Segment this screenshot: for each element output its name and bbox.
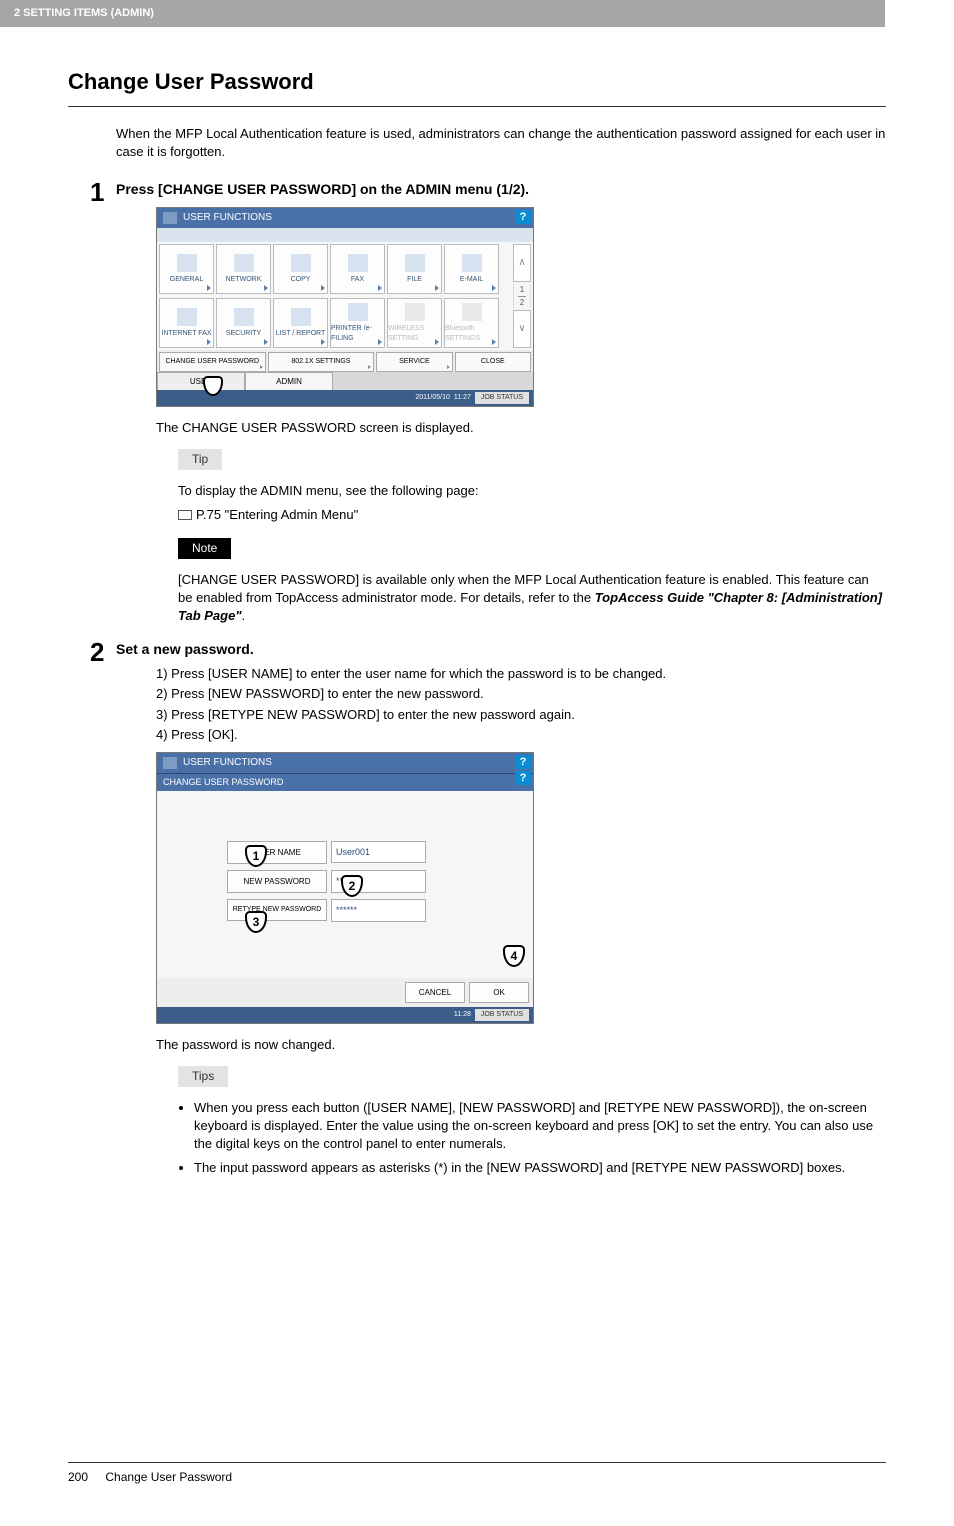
ok-button[interactable]: OK [469, 982, 529, 1003]
page-header: 2 SETTING ITEMS (ADMIN) [0, 0, 885, 27]
note-text: [CHANGE USER PASSWORD] is available only… [178, 571, 886, 626]
step-1: 1 Press [CHANGE USER PASSWORD] on the AD… [116, 180, 886, 438]
mfp-titlebar: USER FUNCTIONS [157, 208, 533, 228]
cancel-button[interactable]: CANCEL [405, 982, 465, 1003]
8021x-settings-button[interactable]: 802.1X SETTINGS [268, 352, 375, 372]
step-2: 2 Set a new password. 1) Press [USER NAM… [116, 640, 886, 1054]
tile-network[interactable]: NETWORK [216, 244, 271, 294]
user-name-value: User001 [331, 841, 426, 864]
tab-user[interactable]: USER [157, 372, 245, 390]
mfp2-title: USER FUNCTIONS [183, 756, 272, 770]
step-1-result: The CHANGE USER PASSWORD screen is displ… [156, 419, 886, 437]
tile-file[interactable]: FILE [387, 244, 442, 294]
intro-text: When the MFP Local Authentication featur… [116, 125, 886, 161]
tile-copy[interactable]: COPY [273, 244, 328, 294]
step-1-title: Press [CHANGE USER PASSWORD] on the ADMI… [116, 180, 886, 200]
screenshot-admin-menu: USER FUNCTIONS ? GENERAL NETWORK COPY FA… [156, 207, 886, 407]
note-label: Note [178, 538, 231, 559]
mfp2-status-bar: 11:28 JOB STATUS [157, 1007, 533, 1023]
job-status-button[interactable]: JOB STATUS [475, 1009, 529, 1021]
step-2-result: The password is now changed. [156, 1036, 886, 1054]
tip-block: Tip To display the ADMIN menu, see the f… [178, 449, 886, 524]
tile-bluetooth[interactable]: Bluetooth SETTINGS [444, 298, 499, 348]
help-icon-2[interactable]: ? [515, 771, 531, 785]
change-user-password-button[interactable]: CHANGE USER PASSWORD [159, 352, 266, 372]
tile-printer-efiling[interactable]: PRINTER /e-FILING [330, 298, 385, 348]
footer-title: Change User Password [105, 1470, 232, 1484]
close-button[interactable]: CLOSE [455, 352, 531, 372]
screenshot-change-password: USER FUNCTIONS ? CHANGE USER PASSWORD ? … [156, 752, 886, 1024]
section-title: Change User Password [68, 67, 886, 107]
help-icon[interactable]: ? [515, 755, 531, 769]
mfp-logo-icon [163, 757, 177, 769]
mfp-logo-icon [163, 212, 177, 224]
tile-internet-fax[interactable]: INTERNET FAX [159, 298, 214, 348]
tab-admin[interactable]: ADMIN [245, 372, 333, 390]
tips-item-2: The input password appears as asterisks … [194, 1159, 886, 1177]
service-button[interactable]: SERVICE [376, 352, 452, 372]
tile-fax[interactable]: FAX [330, 244, 385, 294]
tile-security[interactable]: SECURITY [216, 298, 271, 348]
page-footer: 200 Change User Password [68, 1462, 886, 1486]
step-2-substeps: 1) Press [USER NAME] to enter the user n… [156, 665, 886, 744]
user-name-button[interactable]: USER NAME [227, 841, 327, 864]
tile-general[interactable]: GENERAL [159, 244, 214, 294]
retype-password-value: ****** [331, 899, 426, 922]
retype-password-button[interactable]: RETYPE NEW PASSWORD [227, 899, 327, 921]
note-block: Note [CHANGE USER PASSWORD] is available… [178, 538, 886, 625]
mfp2-subtitle: CHANGE USER PASSWORD [157, 773, 533, 791]
page-indicator: 1 2 [513, 284, 531, 307]
scroll-down-button[interactable]: ∨ [513, 310, 531, 348]
step-2-title: Set a new password. [116, 640, 886, 660]
help-icon[interactable]: ? [515, 210, 531, 224]
scroll-up-button[interactable]: ∧ [513, 244, 531, 282]
job-status-button[interactable]: JOB STATUS [475, 392, 529, 404]
tips-label: Tips [178, 1066, 228, 1087]
tip-ref: P.75 "Entering Admin Menu" [178, 506, 886, 524]
tips-item-1: When you press each button ([USER NAME],… [194, 1099, 886, 1154]
tips-block: Tips When you press each button ([USER N… [178, 1066, 886, 1178]
book-icon [178, 510, 192, 520]
tip-text: To display the ADMIN menu, see the follo… [178, 482, 886, 500]
step-2-number: 2 [90, 634, 104, 670]
mfp2-titlebar: USER FUNCTIONS [157, 753, 533, 773]
tile-email[interactable]: E-MAIL [444, 244, 499, 294]
tile-list-report[interactable]: LIST / REPORT [273, 298, 328, 348]
page-number: 200 [68, 1469, 88, 1486]
step-1-number: 1 [90, 174, 104, 210]
tip-label: Tip [178, 449, 222, 470]
tile-wireless[interactable]: WIRELESS SETTING [387, 298, 442, 348]
new-password-button[interactable]: NEW PASSWORD [227, 870, 327, 893]
mfp-title: USER FUNCTIONS [183, 211, 272, 225]
